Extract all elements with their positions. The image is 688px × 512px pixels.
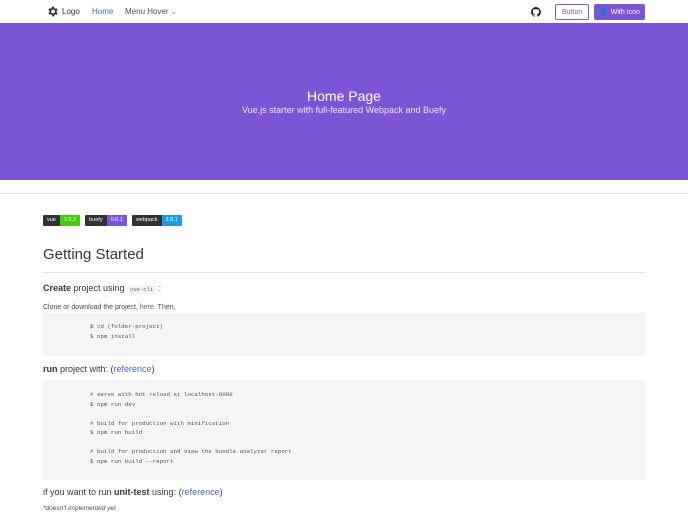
create-line: Create project using vue-cli :: [43, 283, 162, 294]
with-icon-button[interactable]: 👤 With Icon: [594, 4, 645, 20]
chevron-down-icon: ⌄: [170, 9, 177, 16]
button[interactable]: Button: [555, 4, 589, 20]
menu-label: Menu Hover: [125, 7, 169, 16]
logo-text: Logo: [62, 7, 80, 16]
clone-text: Clone or download the project,: [43, 304, 140, 311]
create-text: project using: [71, 283, 128, 293]
section-heading: Getting Started: [43, 246, 144, 263]
unit-text-mid: using: (: [149, 487, 182, 497]
code-block-run: # serve with hot reload at localhost:808…: [43, 380, 645, 480]
here-link[interactable]: here: [140, 304, 154, 311]
note: *doesn't implemented yet: [43, 505, 116, 512]
nav-home[interactable]: Home: [92, 7, 113, 16]
user-icon: 👤: [599, 9, 608, 16]
badge-key: webpack: [131, 215, 162, 226]
clone-text-end: . Then,: [153, 304, 176, 311]
colon: :: [156, 283, 162, 293]
paren: ): [219, 487, 223, 497]
hero: Home Page Vue.js starter with full-featu…: [0, 24, 688, 180]
unit-bold: unit-test: [114, 487, 150, 497]
badges: vue 2.5.2 buefy 0.6.1 webpack 3.8.1: [43, 215, 182, 226]
badge-value: 3.8.1: [161, 215, 182, 226]
create-bold: Create: [43, 283, 72, 293]
badge-buefy: buefy 0.6.1: [85, 215, 127, 226]
hero-title: Home Page: [307, 88, 381, 104]
logo-link[interactable]: Logo: [46, 5, 80, 18]
hero-subtitle: Vue.js starter with full-featured Webpac…: [241, 105, 447, 115]
inline-code: vue-cli: [127, 285, 157, 294]
divider: [0, 193, 688, 194]
nav-menu-hover[interactable]: Menu Hover ⌄: [125, 7, 177, 16]
badge-vue: vue 2.5.2: [43, 215, 81, 226]
unit-test-line: if you want to run unit-test using: (ref…: [43, 487, 223, 497]
badge-key: vue: [43, 215, 60, 226]
gear-icon: [48, 6, 58, 17]
badge-value: 0.6.1: [106, 215, 127, 226]
paren: ): [151, 364, 155, 374]
badge-value: 2.5.2: [59, 215, 81, 226]
run-line: run project with: (reference): [43, 364, 155, 374]
run-text: project with: (: [57, 364, 114, 374]
badge-key: buefy: [85, 215, 107, 226]
reference-link[interactable]: reference: [114, 364, 152, 374]
with-icon-label: With Icon: [610, 8, 640, 16]
heading-rule: [43, 272, 645, 273]
github-icon[interactable]: [530, 7, 541, 19]
code-block-install: $ cd (folder-project) $ npm install: [43, 313, 645, 356]
clone-line: Clone or download the project, here. The…: [43, 304, 176, 311]
run-bold: run: [43, 364, 58, 374]
unit-reference-link[interactable]: reference: [182, 487, 220, 497]
badge-webpack: webpack 3.8.1: [131, 215, 182, 226]
unit-text: if you want to run: [43, 487, 115, 497]
navbar: Logo Home Menu Hover ⌄ Button 👤 With Icon: [0, 0, 688, 24]
